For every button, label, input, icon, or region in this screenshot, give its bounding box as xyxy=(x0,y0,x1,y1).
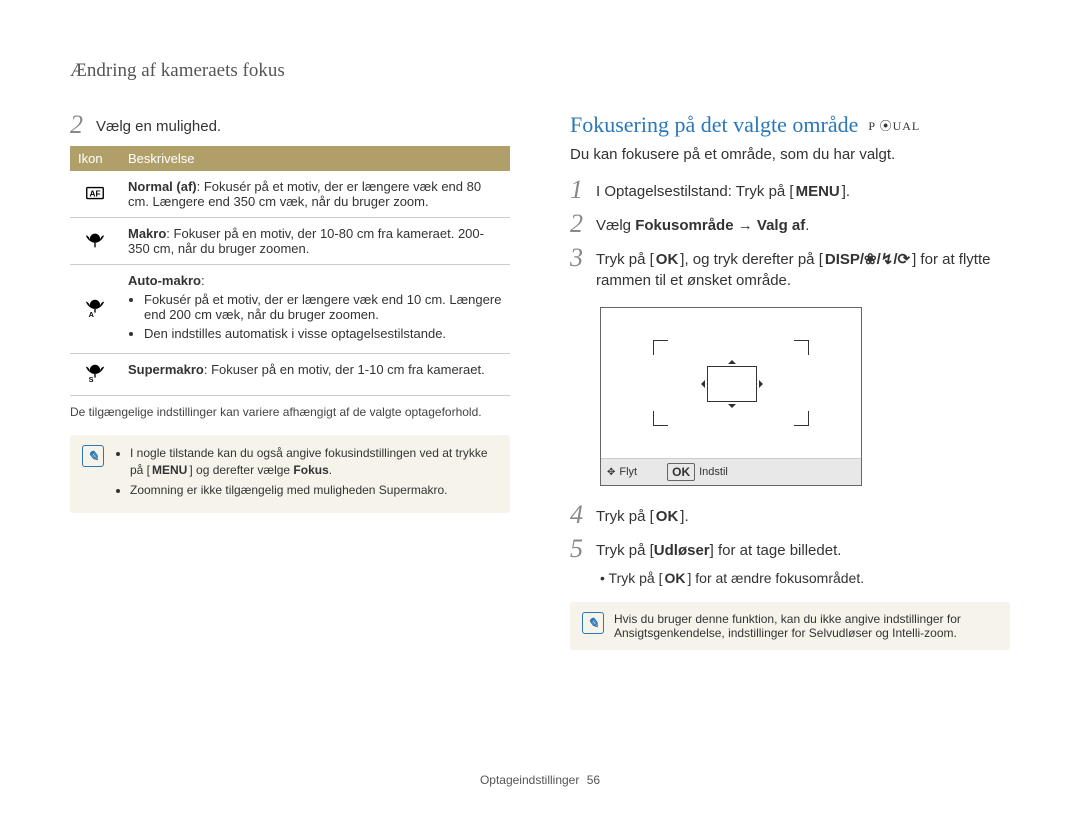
step-text: Tryk på [OK], og tryk derefter på [DISP/… xyxy=(596,245,1010,291)
left-column: 2 Vælg en mulighed. Ikon Beskrivelse AF … xyxy=(70,112,510,662)
note-icon: ✎ xyxy=(82,445,104,467)
page-footer: Optageindstillinger 56 xyxy=(0,773,1080,787)
table-row: A Auto-makro: Fokusér på et motiv, der e… xyxy=(70,265,510,354)
focus-target-box xyxy=(707,366,757,402)
ok-key-icon: OK xyxy=(654,249,681,270)
tip-item: I nogle tilstande kan du også angive fok… xyxy=(130,445,498,479)
step-2: 2 Vælg en mulighed. xyxy=(70,112,510,138)
step-2: 2 Vælg Fokusområde → Valg af. xyxy=(570,211,1010,237)
nav-keys-icon: DISP/❀/↯/⟳ xyxy=(823,249,912,270)
table-row: S Supermakro: Fokuser på en motiv, der 1… xyxy=(70,354,510,396)
focus-bracket-icon xyxy=(794,340,809,355)
note-icon: ✎ xyxy=(582,612,604,634)
step-number: 4 xyxy=(570,502,596,528)
manual-page: Ændring af kameraets fokus 2 Vælg en mul… xyxy=(0,0,1080,815)
tip-box: ✎ Hvis du bruger denne funktion, kan du … xyxy=(570,602,1010,650)
step-5-sub: • Tryk på [OK] for at ændre fokusområdet… xyxy=(600,570,1010,586)
menu-key-icon: MENU xyxy=(150,462,189,479)
table-header-desc: Beskrivelse xyxy=(120,146,510,171)
table-footnote: De tilgængelige indstillinger kan varier… xyxy=(70,404,510,421)
svg-text:A: A xyxy=(89,310,95,319)
dpad-icon: ✥ xyxy=(607,467,615,478)
step-number: 3 xyxy=(570,245,596,271)
focus-bracket-icon xyxy=(794,411,809,426)
normal-af-icon: AF xyxy=(70,171,120,218)
step-1: 1 I Optagelsestilstand: Tryk på [MENU]. xyxy=(570,177,1010,203)
svg-text:AF: AF xyxy=(90,189,101,198)
page-title: Ændring af kameraets fokus xyxy=(70,60,1010,82)
auto-makro-bullets: Fokusér på et motiv, der er længere væk … xyxy=(128,292,502,341)
step-4: 4 Tryk på [OK]. xyxy=(570,502,1010,528)
screen-hint-set: OKIndstil xyxy=(667,463,728,481)
ok-key-icon: OK xyxy=(662,570,687,586)
auto-makro-desc: Auto-makro: Fokusér på et motiv, der er … xyxy=(120,265,510,354)
step-3: 3 Tryk på [OK], og tryk derefter på [DIS… xyxy=(570,245,1010,291)
auto-makro-icon: A xyxy=(70,265,120,354)
ok-key-icon: OK xyxy=(667,463,695,481)
tip-body: I nogle tilstande kan du også angive fok… xyxy=(114,445,498,503)
step-number: 1 xyxy=(570,177,596,203)
tip-text: Hvis du bruger denne funktion, kan du ik… xyxy=(614,612,998,640)
ok-key-icon: OK xyxy=(654,506,681,527)
section-heading: Fokusering på det valgte område P ⦿UAL xyxy=(570,112,1010,138)
tip-box: ✎ I nogle tilstande kan du også angive f… xyxy=(70,435,510,513)
table-row: Makro: Fokuser på en motiv, der 10-80 cm… xyxy=(70,218,510,265)
step-number: 5 xyxy=(570,536,596,562)
table-header-icon: Ikon xyxy=(70,146,120,171)
camera-screen-illustration: ✥Flyt OKIndstil xyxy=(600,307,862,486)
makro-desc: Makro: Fokuser på en motiv, der 10-80 cm… xyxy=(120,218,510,265)
step-number: 2 xyxy=(70,112,96,138)
right-column: Fokusering på det valgte område P ⦿UAL D… xyxy=(570,112,1010,662)
menu-key-icon: MENU xyxy=(794,181,842,202)
step-5: 5 Tryk på [Udløser] for at tage billedet… xyxy=(570,536,1010,562)
makro-icon xyxy=(70,218,120,265)
step-text: Vælg Fokusområde → Valg af. xyxy=(596,211,809,236)
focus-bracket-icon xyxy=(653,411,668,426)
focus-options-table: Ikon Beskrivelse AF Normal (af): Fokusér… xyxy=(70,146,510,396)
step-number: 2 xyxy=(570,211,596,237)
table-row: AF Normal (af): Fokusér på et motiv, der… xyxy=(70,171,510,218)
supermakro-icon: S xyxy=(70,354,120,396)
screen-hint-move: ✥Flyt xyxy=(607,463,637,481)
screen-footer: ✥Flyt OKIndstil xyxy=(601,458,861,485)
section-intro: Du kan fokusere på et område, som du har… xyxy=(570,146,1010,163)
svg-text:S: S xyxy=(89,375,94,384)
step-text: Tryk på [Udløser] for at tage billedet. xyxy=(596,536,841,561)
focus-bracket-icon xyxy=(653,340,668,355)
supermakro-desc: Supermakro: Fokuser på en motiv, der 1-1… xyxy=(120,354,510,396)
step-text: I Optagelsestilstand: Tryk på [MENU]. xyxy=(596,177,850,202)
two-column-layout: 2 Vælg en mulighed. Ikon Beskrivelse AF … xyxy=(70,112,1010,662)
tip-item: Zoomning er ikke tilgængelig med mulighe… xyxy=(130,482,498,499)
mode-icons: P ⦿UAL xyxy=(868,117,920,134)
normal-af-desc: Normal (af): Fokusér på et motiv, der er… xyxy=(120,171,510,218)
step-text: Vælg en mulighed. xyxy=(96,112,221,137)
step-text: Tryk på [OK]. xyxy=(596,502,689,527)
